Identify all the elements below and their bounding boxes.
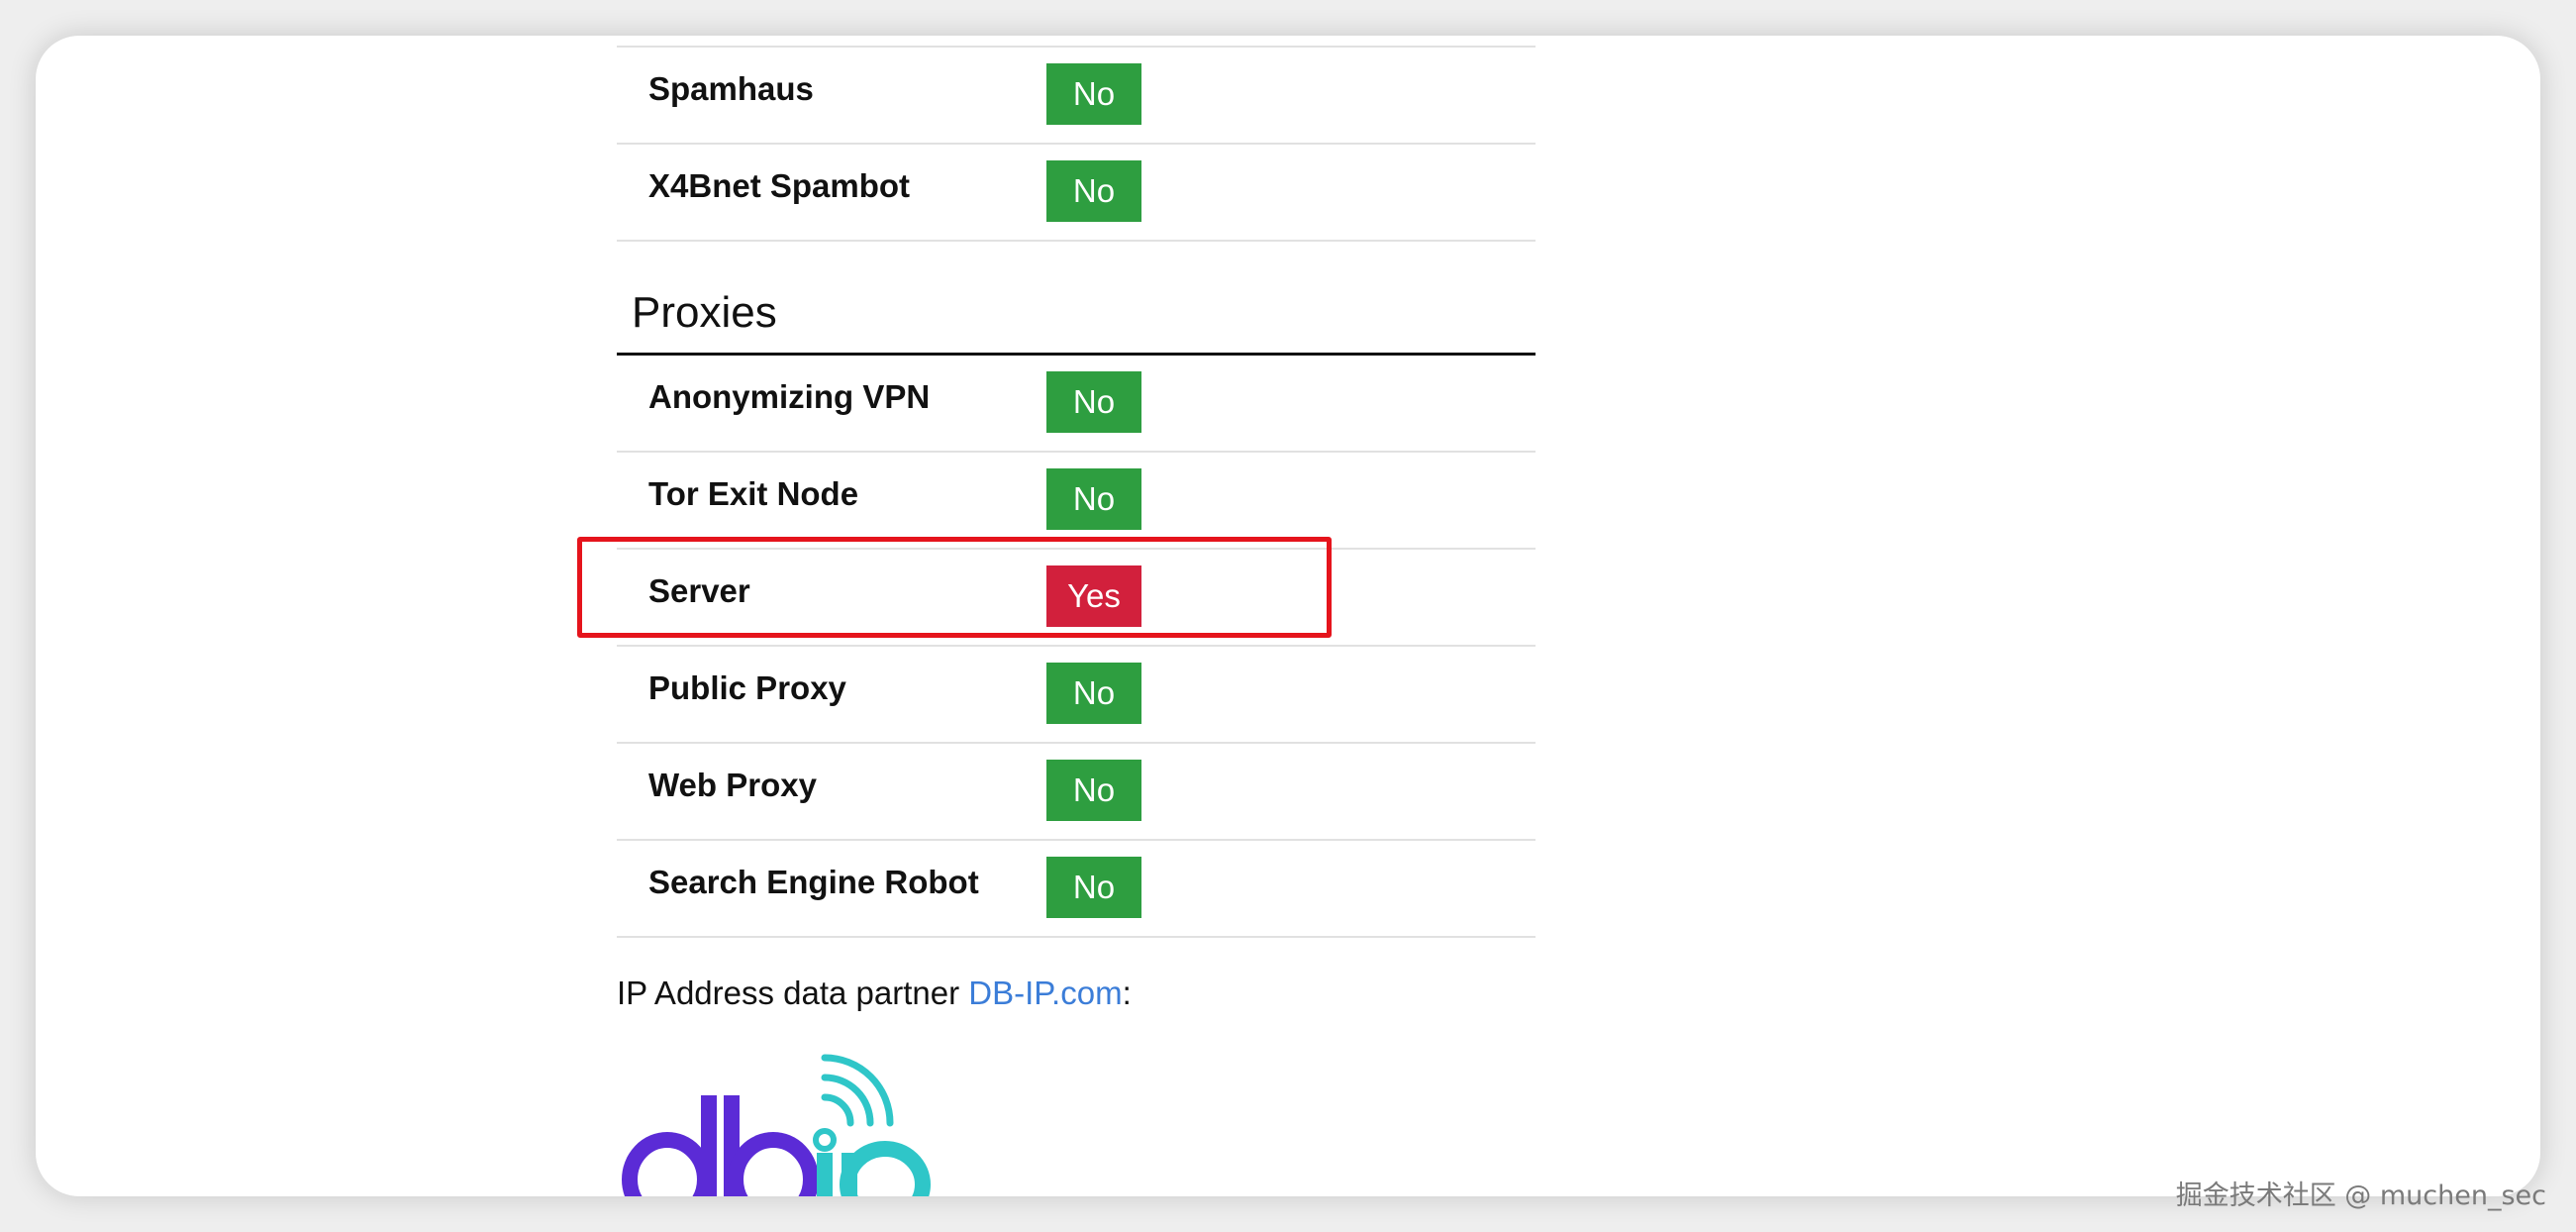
table-row-tor-exit-node: Tor Exit Node No — [617, 453, 1536, 550]
status-badge: No — [1046, 63, 1141, 125]
table-row-x4bnet-spambot: X4Bnet Spambot No — [617, 145, 1536, 242]
row-label: Tor Exit Node — [648, 475, 859, 512]
status-badge: No — [1046, 663, 1141, 724]
page-card: Spamhaus No X4Bnet Spambot No Proxies An… — [36, 36, 2540, 1196]
row-label: Server — [648, 572, 750, 609]
partner-prefix: IP Address data partner — [617, 975, 969, 1011]
row-label: X4Bnet Spambot — [648, 167, 911, 204]
table-row-anonymizing-vpn: Anonymizing VPN No — [617, 356, 1536, 453]
row-label: Web Proxy — [648, 767, 817, 803]
status-badge: No — [1046, 160, 1141, 222]
row-label: Public Proxy — [648, 669, 846, 706]
row-label: Spamhaus — [648, 70, 814, 107]
table-row-spamhaus: Spamhaus No — [617, 48, 1536, 145]
db-ip-link[interactable]: DB-IP.com — [968, 975, 1122, 1011]
status-badge: Yes — [1046, 565, 1141, 627]
watermark: 掘金技术社区 @ muchen_sec — [2175, 1181, 2546, 1211]
status-badge: No — [1046, 371, 1141, 433]
table-row-server: Server Yes — [617, 550, 1536, 647]
partner-line: IP Address data partner DB-IP.com: — [617, 975, 1132, 1012]
logo-letter-b — [724, 1095, 819, 1196]
status-badge: No — [1046, 857, 1141, 918]
table-row-public-proxy: Public Proxy No — [617, 647, 1536, 744]
logo-letter-d — [622, 1095, 717, 1196]
table-row-search-engine-robot: Search Engine Robot No — [617, 841, 1536, 938]
table-row-web-proxy: Web Proxy No — [617, 744, 1536, 841]
logo-letter-p — [840, 1141, 931, 1196]
section-title-proxies: Proxies — [632, 288, 777, 337]
dbip-logo[interactable] — [620, 1046, 937, 1196]
row-label: Anonymizing VPN — [648, 378, 931, 415]
partner-suffix: : — [1122, 975, 1132, 1011]
wifi-signal-icon — [821, 1054, 894, 1127]
status-badge: No — [1046, 468, 1141, 530]
logo-letter-i — [817, 1153, 833, 1196]
row-label: Search Engine Robot — [648, 864, 979, 900]
status-badge: No — [1046, 760, 1141, 821]
